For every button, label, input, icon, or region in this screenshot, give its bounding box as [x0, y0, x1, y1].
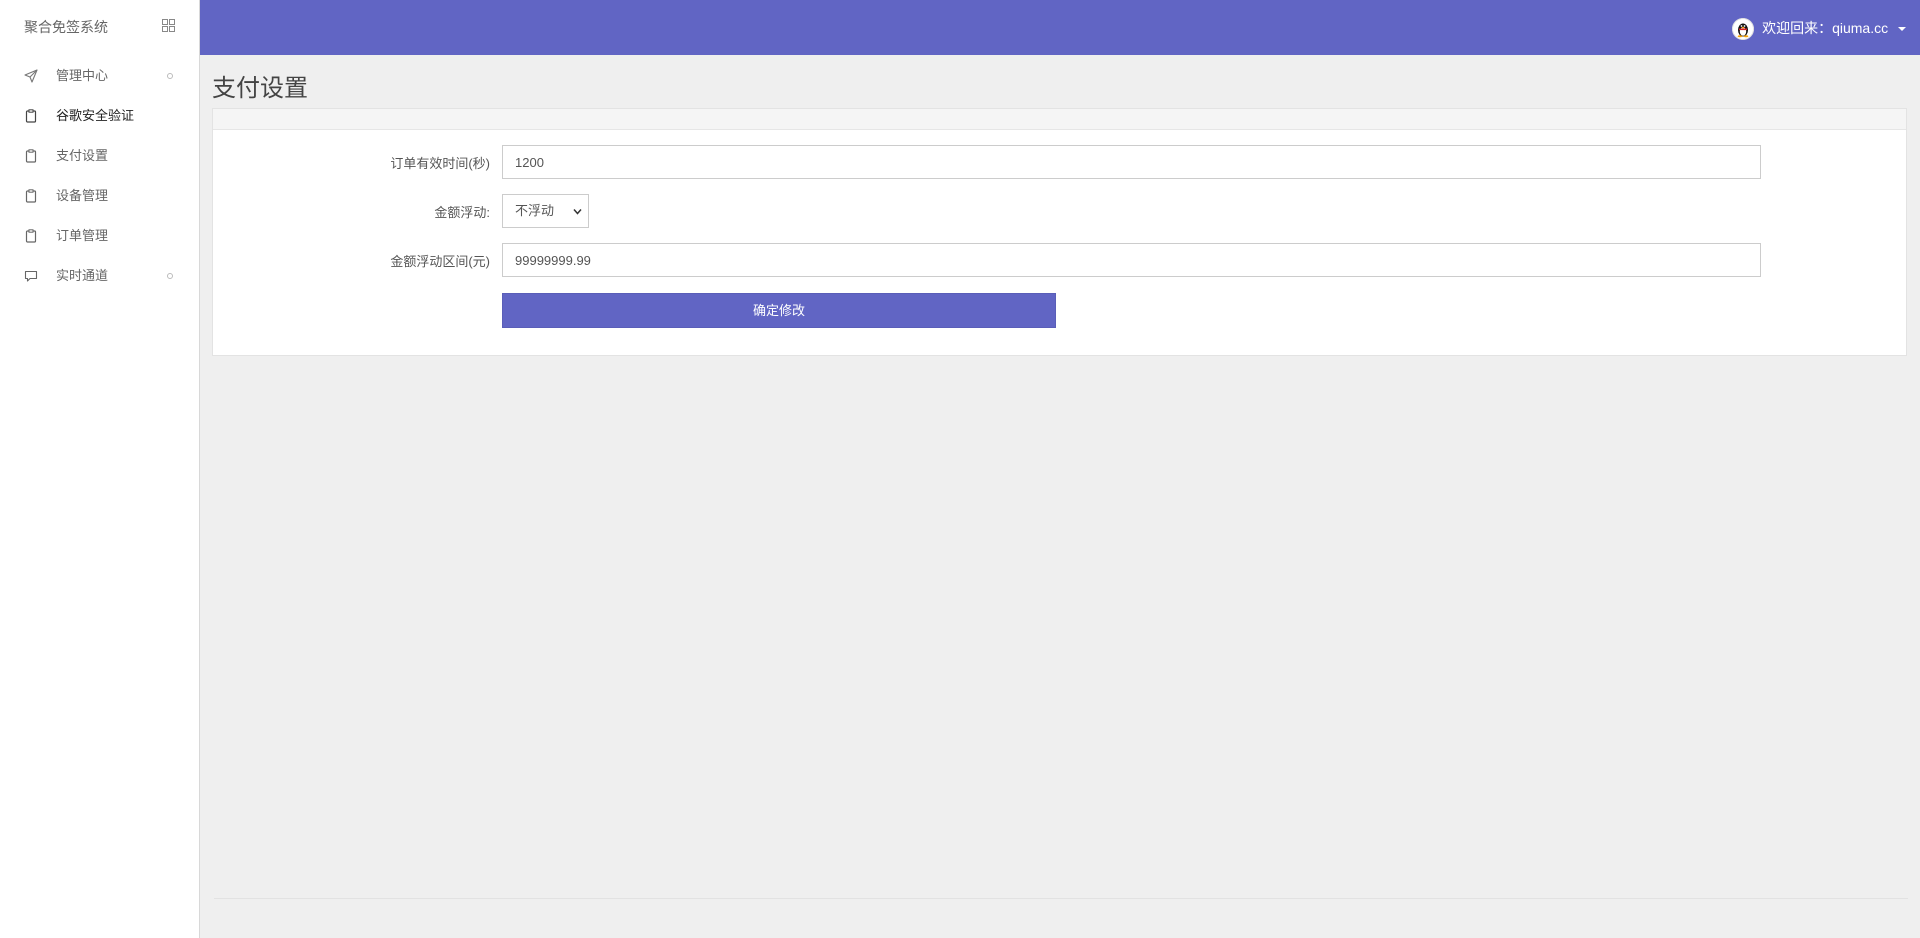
amount-float-select[interactable]: 不浮动 — [502, 194, 589, 228]
settings-panel: 订单有效时间(秒) 金额浮动: 不浮动 金额浮动区间(元) 确定修改 — [212, 108, 1907, 356]
avatar — [1732, 18, 1755, 41]
submenu-indicator-icon — [167, 273, 173, 279]
chevron-down-icon — [573, 209, 582, 215]
clipboard-icon — [25, 109, 37, 123]
panel-heading — [213, 109, 1906, 130]
sidebar-item-label: 支付设置 — [56, 148, 109, 163]
amount-float-selected: 不浮动 — [515, 203, 555, 218]
sidebar: 聚合免签系统 管理中心 谷歌安全验证 支付设置 设备管理 订单管理 实时通道 — [0, 0, 200, 938]
float-range-input[interactable] — [502, 243, 1761, 277]
clipboard-icon — [25, 229, 37, 243]
sidebar-item-label: 实时通道 — [56, 268, 109, 283]
caret-down-icon — [1898, 27, 1906, 32]
message-icon — [24, 270, 38, 282]
sidebar-item-label: 订单管理 — [56, 228, 109, 243]
order-timeout-label: 订单有效时间(秒) — [390, 156, 490, 171]
send-icon — [24, 69, 38, 83]
sidebar-item-label: 管理中心 — [56, 68, 109, 83]
footer-divider — [214, 898, 1908, 899]
sidebar-item-google-auth[interactable]: 谷歌安全验证 — [0, 96, 199, 136]
sidebar-nav: 管理中心 谷歌安全验证 支付设置 设备管理 订单管理 实时通道 — [0, 56, 199, 296]
page-title: 支付设置 — [212, 75, 308, 102]
sidebar-item-order-management[interactable]: 订单管理 — [0, 216, 199, 256]
amount-float-label: 金额浮动: — [434, 205, 490, 220]
sidebar-item-label: 设备管理 — [56, 188, 109, 203]
welcome-text: 欢迎回来：qiuma.cc — [1762, 20, 1889, 36]
brand-title: 聚合免签系统 — [24, 19, 108, 35]
top-header: 欢迎回来：qiuma.cc — [200, 0, 1920, 55]
sidebar-item-realtime-channel[interactable]: 实时通道 — [0, 256, 199, 296]
sidebar-item-payment-settings[interactable]: 支付设置 — [0, 136, 199, 176]
clipboard-icon — [25, 149, 37, 163]
sidebar-item-device-management[interactable]: 设备管理 — [0, 176, 199, 216]
submenu-indicator-icon — [167, 73, 173, 79]
float-range-label: 金额浮动区间(元) — [390, 254, 490, 269]
user-menu[interactable]: 欢迎回来：qiuma.cc — [1732, 17, 1906, 41]
grid-icon[interactable] — [162, 19, 175, 32]
qq-penguin-icon — [1732, 18, 1755, 41]
confirm-button[interactable]: 确定修改 — [502, 293, 1056, 328]
sidebar-item-dashboard[interactable]: 管理中心 — [0, 56, 199, 96]
sidebar-item-label: 谷歌安全验证 — [56, 108, 135, 123]
clipboard-icon — [25, 189, 37, 203]
order-timeout-input[interactable] — [502, 145, 1761, 179]
